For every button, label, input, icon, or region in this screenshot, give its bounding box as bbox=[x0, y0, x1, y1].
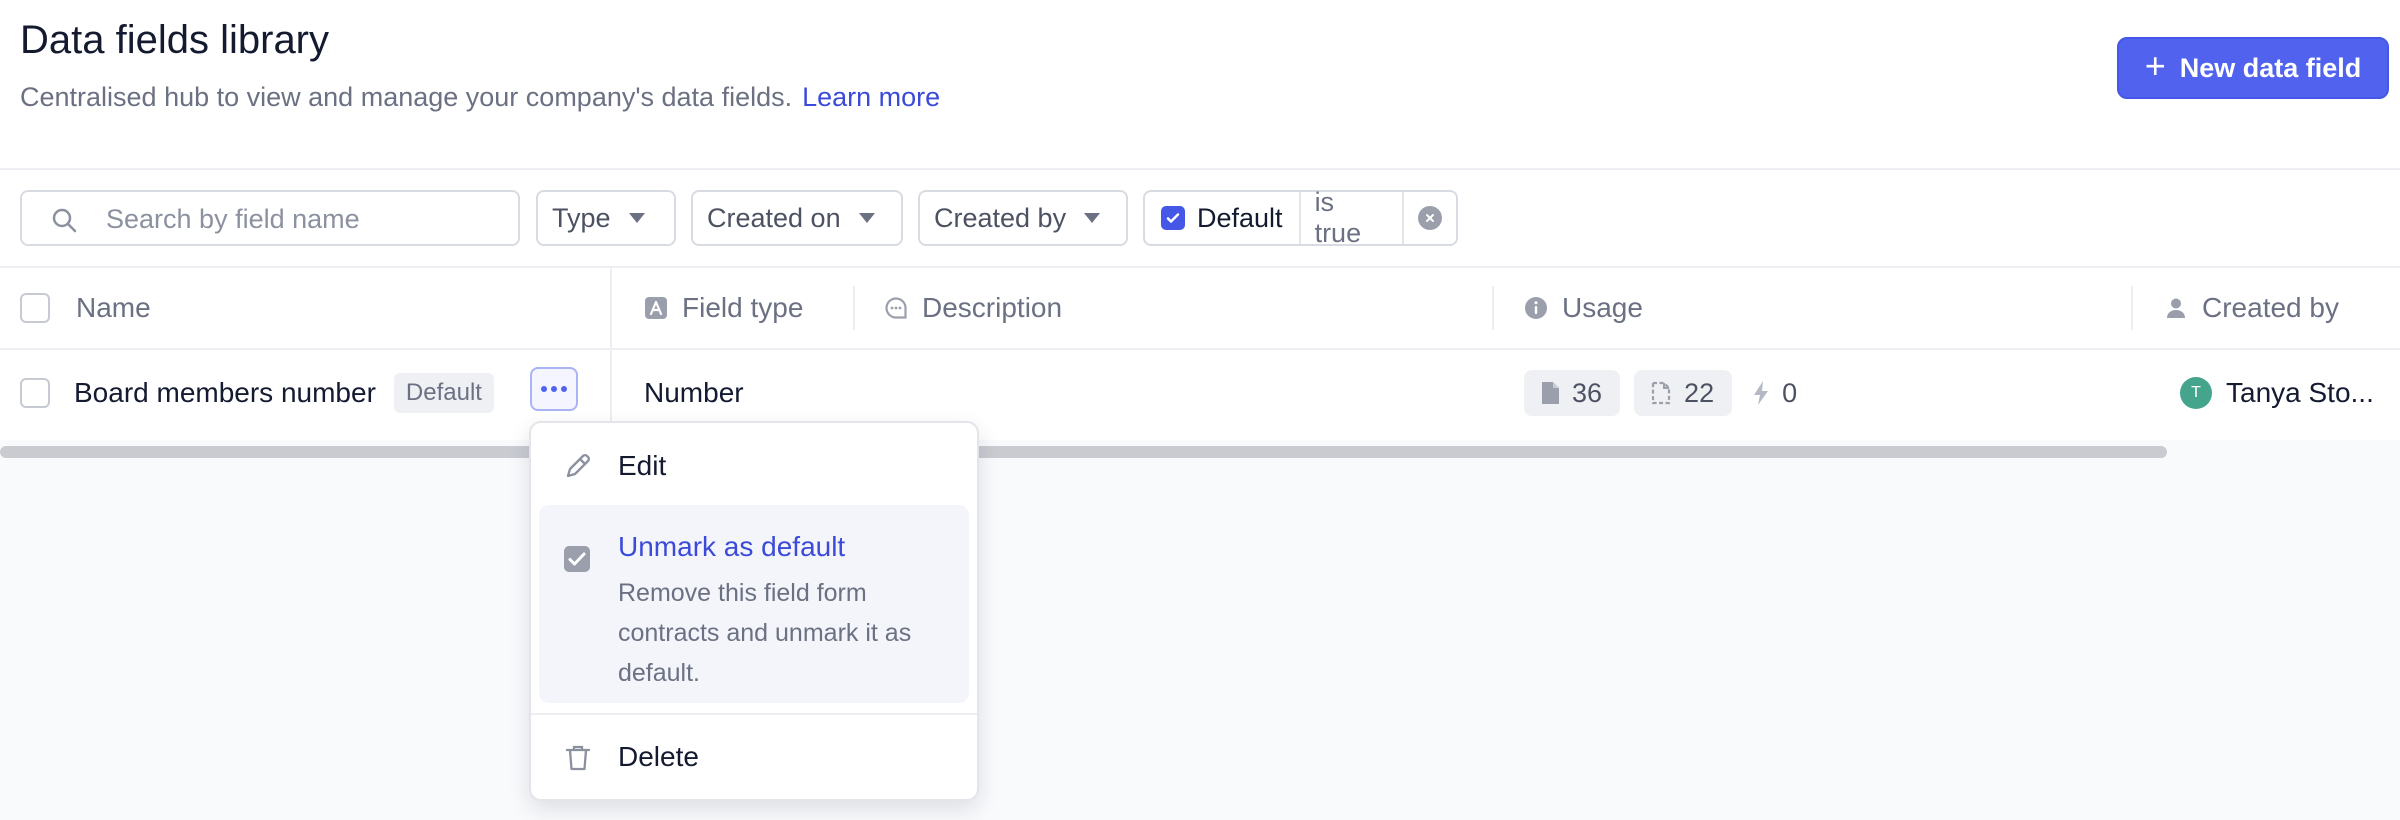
created-on-filter-label: Created on bbox=[707, 202, 841, 233]
type-filter-label: Type bbox=[552, 202, 611, 233]
created-on-filter[interactable]: Created on bbox=[691, 190, 903, 246]
column-divider bbox=[2131, 286, 2133, 330]
pencil-icon bbox=[563, 451, 593, 481]
plus-icon: + bbox=[2144, 45, 2166, 86]
info-icon bbox=[1525, 297, 1547, 319]
comment-icon bbox=[885, 297, 907, 319]
page-header: Data fields library Centralised hub to v… bbox=[0, 0, 2400, 170]
column-field-type-label: Field type bbox=[682, 292, 804, 323]
remove-filter-button[interactable] bbox=[1404, 192, 1456, 244]
templates-usage[interactable]: 22 bbox=[1634, 370, 1733, 416]
select-all-checkbox[interactable] bbox=[20, 293, 50, 323]
column-name[interactable]: Name bbox=[20, 268, 151, 348]
column-name-label: Name bbox=[76, 292, 151, 323]
column-description-label: Description bbox=[922, 292, 1063, 323]
new-data-field-button[interactable]: + New data field bbox=[2117, 37, 2389, 99]
menu-item-unmark-description: Remove this field form contracts and unm… bbox=[618, 579, 912, 687]
default-badge: Default bbox=[393, 373, 494, 413]
automations-count: 0 bbox=[1782, 377, 1798, 408]
checkbox-checked-icon bbox=[1161, 206, 1185, 230]
column-usage-label: Usage bbox=[1562, 292, 1643, 323]
column-field-type[interactable]: Field type bbox=[644, 268, 803, 348]
documents-count: 36 bbox=[1572, 377, 1603, 408]
document-icon bbox=[1542, 382, 1559, 404]
search-placeholder: Search by field name bbox=[106, 204, 360, 234]
checkbox-checked-icon bbox=[563, 545, 591, 578]
row-usage-cell: 36 22 0 bbox=[1524, 350, 1797, 436]
default-filter-operator[interactable]: is true bbox=[1301, 187, 1404, 248]
row-more-button[interactable] bbox=[530, 367, 578, 411]
page-subtitle: Centralised hub to view and manage your … bbox=[20, 82, 940, 113]
created-by-filter-label: Created by bbox=[934, 202, 1067, 233]
column-divider bbox=[1492, 286, 1494, 330]
documents-usage[interactable]: 36 bbox=[1524, 370, 1621, 416]
row-context-menu: Edit Unmark as default Remove this field… bbox=[529, 421, 979, 801]
avatar: T bbox=[2180, 377, 2212, 409]
created-by-filter[interactable]: Created by bbox=[918, 190, 1128, 246]
menu-item-delete-label: Delete bbox=[618, 741, 699, 772]
column-created-by[interactable]: Created by bbox=[2164, 268, 2339, 348]
default-filter-field-label: Default bbox=[1197, 202, 1283, 233]
column-divider bbox=[610, 268, 612, 348]
row-created-by: T Tanya Sto... bbox=[2180, 350, 2374, 436]
type-filter[interactable]: Type bbox=[536, 190, 676, 246]
chevron-down-icon bbox=[1084, 213, 1101, 223]
table-header: Name Field type Description Usage Create… bbox=[0, 268, 2400, 350]
lightning-icon bbox=[1754, 381, 1769, 405]
column-usage[interactable]: Usage bbox=[1524, 268, 1643, 348]
table-row[interactable]: Board members number Default Number 36 2… bbox=[0, 350, 2400, 436]
chevron-down-icon bbox=[858, 213, 875, 223]
learn-more-link[interactable]: Learn more bbox=[802, 82, 940, 112]
row-name: Board members number bbox=[74, 377, 376, 408]
automations-usage[interactable]: 0 bbox=[1746, 378, 1797, 409]
user-icon bbox=[2167, 298, 2185, 318]
default-filter-field[interactable]: Default bbox=[1145, 192, 1301, 244]
menu-item-unmark-default[interactable]: Unmark as default Remove this field form… bbox=[539, 505, 969, 703]
menu-item-edit-label: Edit bbox=[618, 450, 667, 481]
search-input[interactable]: Search by field name bbox=[20, 190, 520, 246]
default-filter-chip[interactable]: Default is true bbox=[1143, 187, 1458, 248]
search-icon bbox=[52, 208, 77, 233]
column-divider bbox=[853, 286, 855, 330]
horizontal-scrollbar[interactable] bbox=[0, 446, 2167, 458]
creator-name: Tanya Sto... bbox=[2226, 377, 2374, 408]
trash-icon bbox=[563, 743, 593, 773]
column-description[interactable]: Description bbox=[884, 268, 1062, 348]
close-icon bbox=[1418, 206, 1442, 230]
row-name-cell: Board members number Default bbox=[20, 350, 494, 436]
more-dot bbox=[561, 386, 567, 392]
menu-item-delete[interactable]: Delete bbox=[531, 715, 977, 801]
column-created-by-label: Created by bbox=[2202, 292, 2339, 323]
more-dot bbox=[541, 386, 547, 392]
template-icon bbox=[1651, 381, 1671, 405]
chevron-down-icon bbox=[628, 213, 645, 223]
menu-item-unmark-label: Unmark as default bbox=[618, 531, 846, 562]
menu-item-edit[interactable]: Edit bbox=[531, 423, 977, 509]
new-data-field-label: New data field bbox=[2179, 52, 2362, 83]
templates-count: 22 bbox=[1684, 377, 1715, 408]
filter-toolbar: Search by field name Type Created on Cre… bbox=[0, 170, 2400, 268]
row-checkbox[interactable] bbox=[20, 378, 50, 408]
subtitle-text: Centralised hub to view and manage your … bbox=[20, 82, 793, 112]
field-type-icon bbox=[645, 297, 667, 319]
more-dot bbox=[551, 386, 557, 392]
page-title: Data fields library bbox=[20, 18, 330, 62]
